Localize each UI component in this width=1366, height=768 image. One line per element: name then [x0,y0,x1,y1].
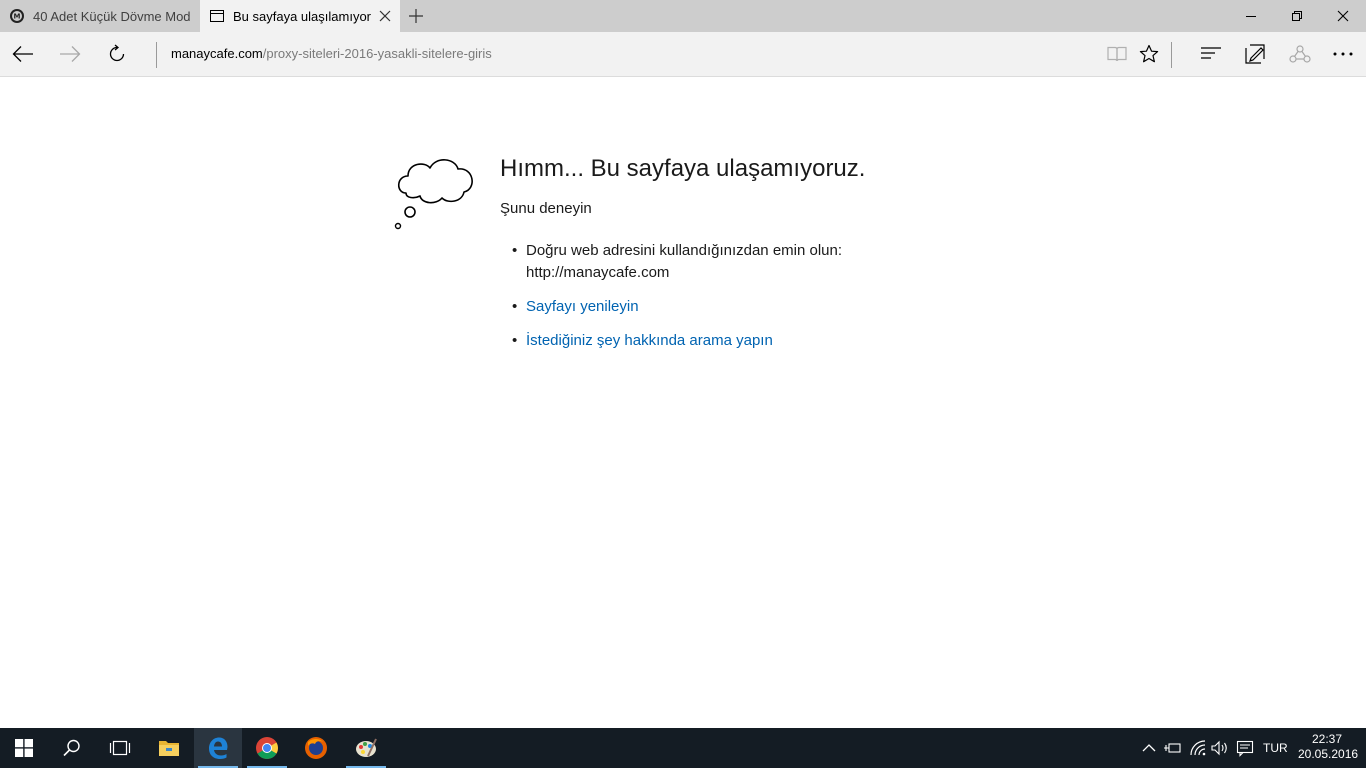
tab-active[interactable]: Bu sayfaya ulaşılamıyor [200,0,400,32]
site-favicon-icon: M [9,8,25,24]
edge-icon [209,737,228,759]
search-button[interactable] [48,728,96,768]
power-plug-icon[interactable] [1163,739,1181,757]
clock[interactable]: 22:37 20.05.2016 [1298,732,1359,762]
address-bar[interactable]: manaycafe.com/proxy-siteleri-2016-yasakl… [171,46,492,61]
new-tab-icon[interactable] [408,8,424,24]
network-icon[interactable] [1189,739,1207,757]
error-subtitle: Şunu deneyin [500,200,592,217]
firefox-button[interactable] [292,728,340,768]
tab-title: 40 Adet Küçük Dövme Mod [33,8,191,24]
file-explorer-icon [159,741,179,756]
back-button[interactable] [0,32,46,76]
forward-button[interactable] [47,32,93,76]
chrome-icon [256,737,278,759]
notifications-icon[interactable] [1236,739,1254,757]
tab-title: Bu sayfaya ulaşılamıyor [233,8,372,24]
language-indicator[interactable]: TUR [1263,741,1288,755]
error-title: Hımm... Bu sayfaya ulaşamıyoruz. [500,155,866,182]
toolbar-separator [1171,42,1172,68]
clock-time: 22:37 [1311,732,1343,746]
suggestion-text: Doğru web adresini kullandığınızdan emin… [526,242,843,259]
show-hidden-icons-icon[interactable] [1140,739,1158,757]
tab-bar: M 40 Adet Küçük Dövme Mod Bu sayfaya ula… [0,0,1366,32]
start-icon [15,739,33,757]
start-button[interactable] [0,728,48,768]
navigation-bar: manaycafe.com/proxy-siteleri-2016-yasakl… [0,32,1366,77]
minimize-button[interactable] [1228,0,1274,32]
suggestion-list: Doğru web adresini kullandığınızdan emin… [512,240,872,364]
clock-date: 20.05.2016 [1298,747,1359,761]
address-separator [156,42,157,68]
close-tab-icon[interactable] [378,9,392,23]
more-options-button[interactable] [1320,32,1366,76]
suggestion-refresh: Sayfayı yenileyin [512,296,872,318]
file-explorer-button[interactable] [145,728,193,768]
thought-cloud-icon [392,149,478,233]
edge-button[interactable] [194,728,242,768]
paint-icon [356,738,377,757]
firefox-icon [305,737,327,759]
hub-button[interactable] [1188,32,1234,76]
address-path: /proxy-siteleri-2016-yasakli-sitelere-gi… [262,46,492,61]
web-note-button[interactable] [1232,32,1278,76]
task-view-icon [109,740,131,756]
favorite-star-button[interactable] [1126,32,1172,76]
search-link[interactable]: İstediğiniz şey hakkında arama yapın [526,332,773,349]
suggestion-check-address: Doğru web adresini kullandığınızdan emin… [512,240,872,284]
taskbar: TUR 22:37 20.05.2016 [0,728,1366,768]
suggestion-url: http://manaycafe.com [526,264,670,281]
refresh-page-link[interactable]: Sayfayı yenileyin [526,298,639,315]
close-window-button[interactable] [1320,0,1366,32]
svg-text:M: M [14,13,21,21]
search-icon [63,739,80,757]
tab-inactive[interactable]: M 40 Adet Küçük Dövme Mod [0,0,200,32]
task-view-button[interactable] [96,728,144,768]
restore-button[interactable] [1274,0,1320,32]
share-button[interactable] [1277,32,1323,76]
chrome-button[interactable] [243,728,291,768]
page-content: Hımm... Bu sayfaya ulaşamıyoruz. Şunu de… [0,77,1366,728]
paint-button[interactable] [342,728,390,768]
address-host: manaycafe.com [171,46,263,61]
suggestion-search: İstediğiniz şey hakkında arama yapın [512,330,872,352]
refresh-button[interactable] [94,32,140,76]
volume-icon[interactable] [1211,739,1229,757]
page-icon [209,8,225,24]
